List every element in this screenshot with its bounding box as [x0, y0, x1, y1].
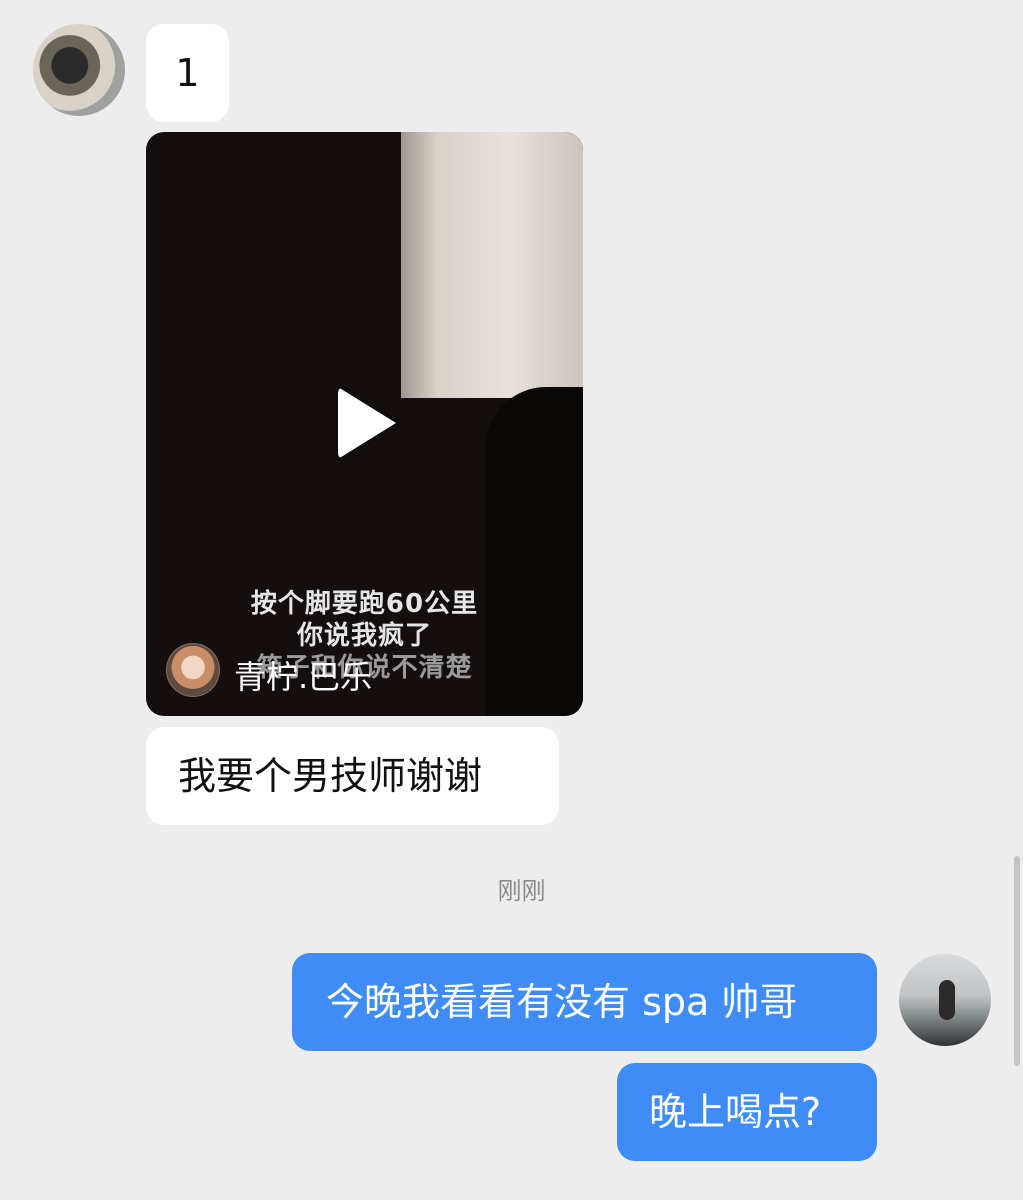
video-author-name[interactable]: 青柠.巴乐	[234, 652, 372, 698]
chat-area: 1 按个脚要跑60公里 你说我疯了 箱子和你说不清楚 青柠.巴乐 我要个男技师谢…	[0, 0, 1023, 1200]
video-author-avatar[interactable]	[166, 643, 220, 697]
outgoing-message-bubble[interactable]: 晚上喝点?	[617, 1063, 877, 1161]
video-message-card[interactable]: 按个脚要跑60公里 你说我疯了 箱子和你说不清楚 青柠.巴乐	[146, 132, 583, 716]
outgoing-message-bubble[interactable]: 今晚我看看有没有 spa 帅哥	[292, 953, 877, 1051]
message-timestamp: 刚刚	[497, 877, 546, 905]
scrollbar[interactable]	[1014, 856, 1020, 1066]
self-avatar[interactable]	[899, 954, 991, 1046]
incoming-message-bubble[interactable]: 1	[146, 24, 229, 122]
video-background-light	[401, 132, 583, 398]
incoming-message-bubble[interactable]: 我要个男技师谢谢	[146, 727, 559, 825]
contact-avatar[interactable]	[33, 24, 125, 116]
play-icon[interactable]	[338, 387, 396, 459]
